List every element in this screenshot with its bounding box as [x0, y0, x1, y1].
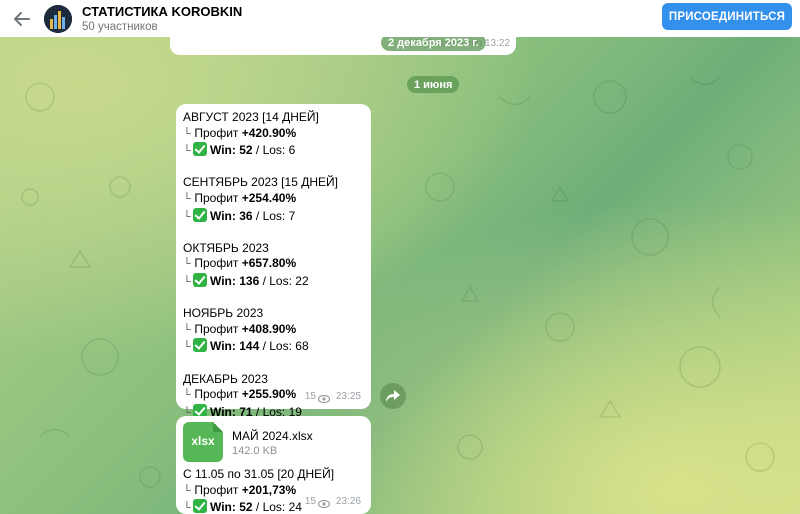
corner-glyph: └ [183, 502, 191, 514]
doodle-pattern [21, 76, 775, 488]
message-time: 23:25 [335, 391, 361, 403]
check-icon [193, 499, 207, 514]
month-title: ДЕКАБРЬ 2023 [183, 371, 268, 386]
message-file: xlsx МАЙ 2024.xlsx 142.0 KB С 11.05 по 3… [176, 416, 371, 514]
profit-label: Профит [194, 125, 242, 140]
month-title: ОКТЯБРЬ 2023 [183, 240, 269, 255]
channel-title: СТАТИСТИКА KOROBKIN [82, 3, 243, 19]
profit-label: Профит [194, 190, 242, 205]
win-loss-line: └ Win: 144 / Los: 68 [183, 338, 365, 356]
corner-glyph: └ [183, 127, 191, 140]
share-button[interactable] [380, 383, 406, 409]
check-icon [193, 272, 207, 287]
corner-glyph: └ [183, 192, 191, 205]
view-count: 15 [304, 496, 316, 508]
corner-glyph: └ [183, 341, 191, 354]
file-attachment[interactable]: xlsx МАЙ 2024.xlsx 142.0 KB [183, 422, 365, 467]
month-title: НОЯБРЬ 2023 [183, 306, 264, 321]
profit-value: +657.80% [241, 256, 297, 271]
loss-count: / Los: 24 [252, 500, 302, 514]
back-arrow-icon[interactable] [0, 0, 44, 37]
loss-count: / Los: 6 [252, 143, 296, 158]
win-count: Win: 36 [210, 208, 253, 223]
month-title: СЕНТЯБРЬ 2023 [15 ДНЕЙ] [183, 175, 338, 190]
stat-block: СЕНТЯБРЬ 2023 [15 ДНЕЙ] └ Профит +254.40%… [183, 175, 365, 225]
win-count: Win: 52 [210, 500, 253, 514]
profit-line: └ Профит +254.40% [183, 191, 365, 208]
stat-block: АВГУСТ 2023 [14 ДНЕЙ] └ Профит +420.90% └ W… [183, 110, 365, 160]
stat-block: ОКТЯБРЬ 2023 └ Профит +657.80% └ Win: 136 /… [183, 241, 365, 291]
channel-avatar[interactable] [44, 4, 72, 33]
xlsx-file-icon[interactable]: xlsx [183, 422, 223, 462]
check-icon [193, 338, 207, 353]
check-icon [193, 142, 207, 157]
loss-count: / Los: 22 [259, 273, 309, 288]
date-separator: 1 июня [407, 76, 460, 93]
eye-icon [317, 393, 331, 404]
profit-value: +420.90% [241, 125, 297, 140]
win-loss-line: └ Win: 36 / Los: 7 [183, 207, 365, 226]
loss-count: / Los: 7 [252, 208, 296, 223]
corner-glyph: └ [183, 389, 191, 402]
message-meta: 15 23:26 [305, 494, 361, 510]
message-stats: АВГУСТ 2023 [14 ДНЕЙ] └ Профит +420.90% └ W… [176, 104, 371, 419]
corner-glyph: └ [183, 145, 191, 158]
chat-background [0, 37, 800, 514]
corner-glyph: └ [183, 323, 191, 336]
profit-label: Профит [194, 256, 242, 271]
profit-label: Профит [194, 321, 242, 336]
corner-glyph: └ [183, 258, 191, 271]
join-button[interactable]: ПРИСОЕДИНИТЬСЯ [662, 3, 792, 30]
corner-glyph: └ [183, 275, 191, 288]
profit-value: +201,73% [241, 482, 297, 497]
profit-line: └ Профит +420.90% [183, 126, 365, 143]
file-info: МАЙ 2024.xlsx 142.0 KB [232, 429, 313, 458]
file-name: МАЙ 2024.xlsx [232, 429, 313, 443]
eye-icon [317, 498, 331, 509]
stat-block: НОЯБРЬ 2023 └ Профит +408.90% └ Win: 144 / … [183, 306, 365, 356]
win-count: Win: 136 [210, 273, 260, 288]
share-arrow-icon [386, 390, 400, 402]
win-count: Win: 52 [210, 143, 253, 158]
profit-line: └ Профит +408.90% [183, 322, 365, 339]
view-count: 15 [304, 391, 316, 403]
file-size: 142.0 KB [232, 445, 278, 457]
chat-header: СТАТИСТИКА KOROBKIN 50 участников ПРИСОЕ… [0, 0, 800, 37]
corner-glyph: └ [183, 210, 191, 223]
profit-line: └ Профит +657.80% [183, 256, 365, 273]
month-title: АВГУСТ 2023 [14 ДНЕЙ] [183, 110, 319, 124]
member-count: 50 участников [82, 20, 158, 33]
win-count: Win: 144 [210, 339, 260, 354]
message-time: 23:26 [335, 496, 361, 508]
message-meta: 15 23:25 [305, 389, 361, 405]
period-line: С 11.05 по 31.05 [20 ДНЕЙ] [183, 467, 335, 481]
loss-count: / Los: 68 [259, 339, 309, 354]
check-icon [193, 207, 207, 222]
profit-value: +255.90% [241, 387, 297, 402]
corner-glyph: └ [183, 484, 191, 497]
profit-value: +408.90% [241, 321, 297, 336]
win-loss-line: └ Win: 52 / Los: 6 [183, 142, 365, 160]
profit-value: +254.40% [241, 190, 297, 205]
win-loss-line: └ Win: 136 / Los: 22 [183, 272, 365, 291]
profit-label: Профит [194, 387, 242, 402]
stats-blocks: АВГУСТ 2023 [14 ДНЕЙ] └ Профит +420.90% └ W… [183, 110, 365, 421]
profit-label: Профит [194, 482, 242, 497]
channel-titles[interactable]: СТАТИСТИКА KOROBKIN 50 участников [82, 4, 242, 34]
